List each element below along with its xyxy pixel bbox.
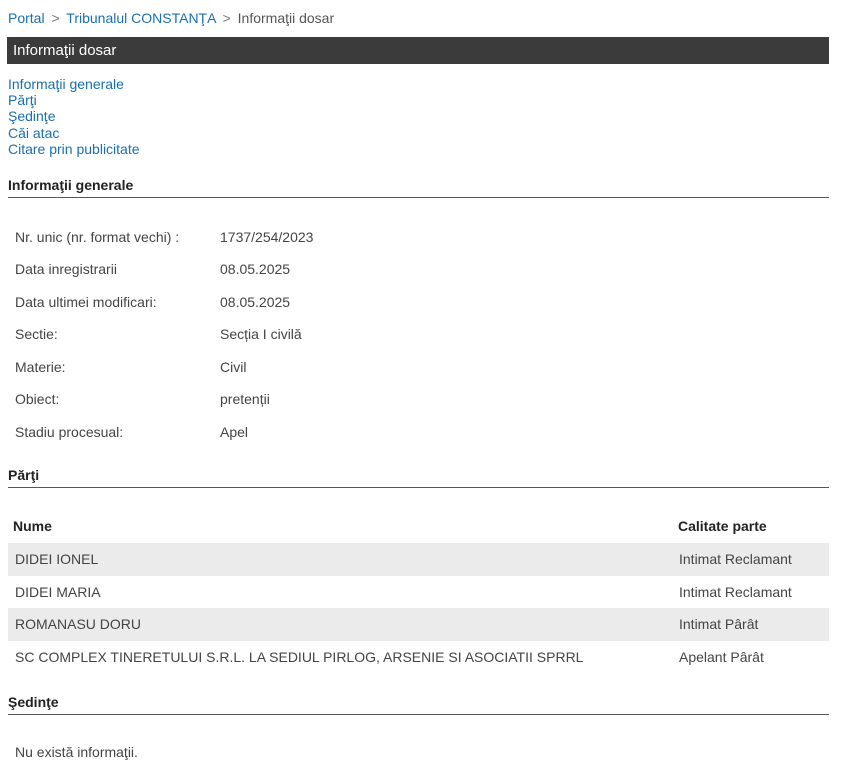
nav-link-general-info[interactable]: Informaţii generale <box>8 76 140 92</box>
breadcrumb-current: Informaţii dosar <box>237 10 335 26</box>
breadcrumb-separator: > <box>222 10 231 26</box>
party-role: Intimat Pârât <box>679 616 759 632</box>
breadcrumb-separator: > <box>51 10 60 26</box>
info-label: Stadiu procesual: <box>15 424 124 440</box>
info-row-matter: Materie: Civil <box>15 359 246 375</box>
party-name: ROMANASU DORU <box>15 616 142 632</box>
hearings-empty-message: Nu există informaţii. <box>15 744 138 760</box>
info-row-registration-date: Data inregistrarii 08.05.2025 <box>15 261 290 277</box>
party-name: SC COMPLEX TINERETULUI S.R.L. LA SEDIUL … <box>15 648 584 665</box>
section-heading-parties: Părţi <box>8 467 829 488</box>
party-name: DIDEI IONEL <box>15 551 99 567</box>
info-row-procedural-stage: Stadiu procesual: Apel <box>15 424 248 440</box>
info-row-object: Obiect: pretenții <box>15 391 270 407</box>
nav-link-hearings[interactable]: Şedinţe <box>8 108 140 124</box>
party-name: DIDEI MARIA <box>15 583 101 600</box>
info-row-last-modified: Data ultimei modificari: 08.05.2025 <box>15 294 290 310</box>
info-value: 1737/254/2023 <box>220 229 314 245</box>
nav-link-parties[interactable]: Părţi <box>8 92 140 108</box>
info-label: Data inregistrarii <box>15 261 117 277</box>
column-header-role: Calitate parte <box>678 518 767 534</box>
info-value: 08.05.2025 <box>220 294 291 310</box>
table-row: SC COMPLEX TINERETULUI S.R.L. LA SEDIUL … <box>8 641 829 674</box>
breadcrumb-portal-link[interactable]: Portal <box>8 10 45 26</box>
table-row: DIDEI IONEL Intimat Reclamant <box>8 543 829 576</box>
breadcrumb-court-link[interactable]: Tribunalul CONSTANŢA <box>66 10 215 26</box>
info-row-section: Sectie: Secția I civilă <box>15 326 302 342</box>
info-row-case-number: Nr. unic (nr. format vechi) : 1737/254/20… <box>15 229 313 245</box>
nav-link-public-summons[interactable]: Citare prin publicitate <box>8 141 140 157</box>
page-title: Informaţii dosar <box>7 37 829 64</box>
info-value: 08.05.2025 <box>220 261 291 277</box>
section-nav: Informaţii generale Părţi Şedinţe Căi at… <box>8 76 140 157</box>
info-label: Materie: <box>15 359 66 375</box>
info-value: Secția I civilă <box>220 326 302 342</box>
parties-table: Nume Calitate parte DIDEI IONEL Intimat … <box>8 509 829 673</box>
info-label: Obiect: <box>15 391 60 407</box>
info-value: Apel <box>220 424 249 440</box>
info-label: Data ultimei modificari: <box>15 294 157 310</box>
section-heading-hearings: Şedinţe <box>8 694 829 715</box>
party-role: Intimat Reclamant <box>679 583 792 600</box>
party-role: Apelant Pârât <box>679 648 764 665</box>
table-row: DIDEI MARIA Intimat Reclamant <box>8 576 829 609</box>
info-value: pretenții <box>220 391 270 407</box>
party-role: Intimat Reclamant <box>679 551 792 567</box>
nav-link-appeals[interactable]: Căi atac <box>8 125 140 141</box>
info-label: Sectie: <box>15 326 58 342</box>
section-heading-general-info: Informaţii generale <box>8 177 829 198</box>
table-header: Nume Calitate parte <box>8 509 829 543</box>
table-row: ROMANASU DORU Intimat Pârât <box>8 608 829 641</box>
info-value: Civil <box>220 359 247 375</box>
breadcrumb: Portal > Tribunalul CONSTANŢA > Informaţ… <box>8 10 334 26</box>
info-label: Nr. unic (nr. format vechi) : <box>15 229 180 245</box>
column-header-name: Nume <box>13 518 52 534</box>
